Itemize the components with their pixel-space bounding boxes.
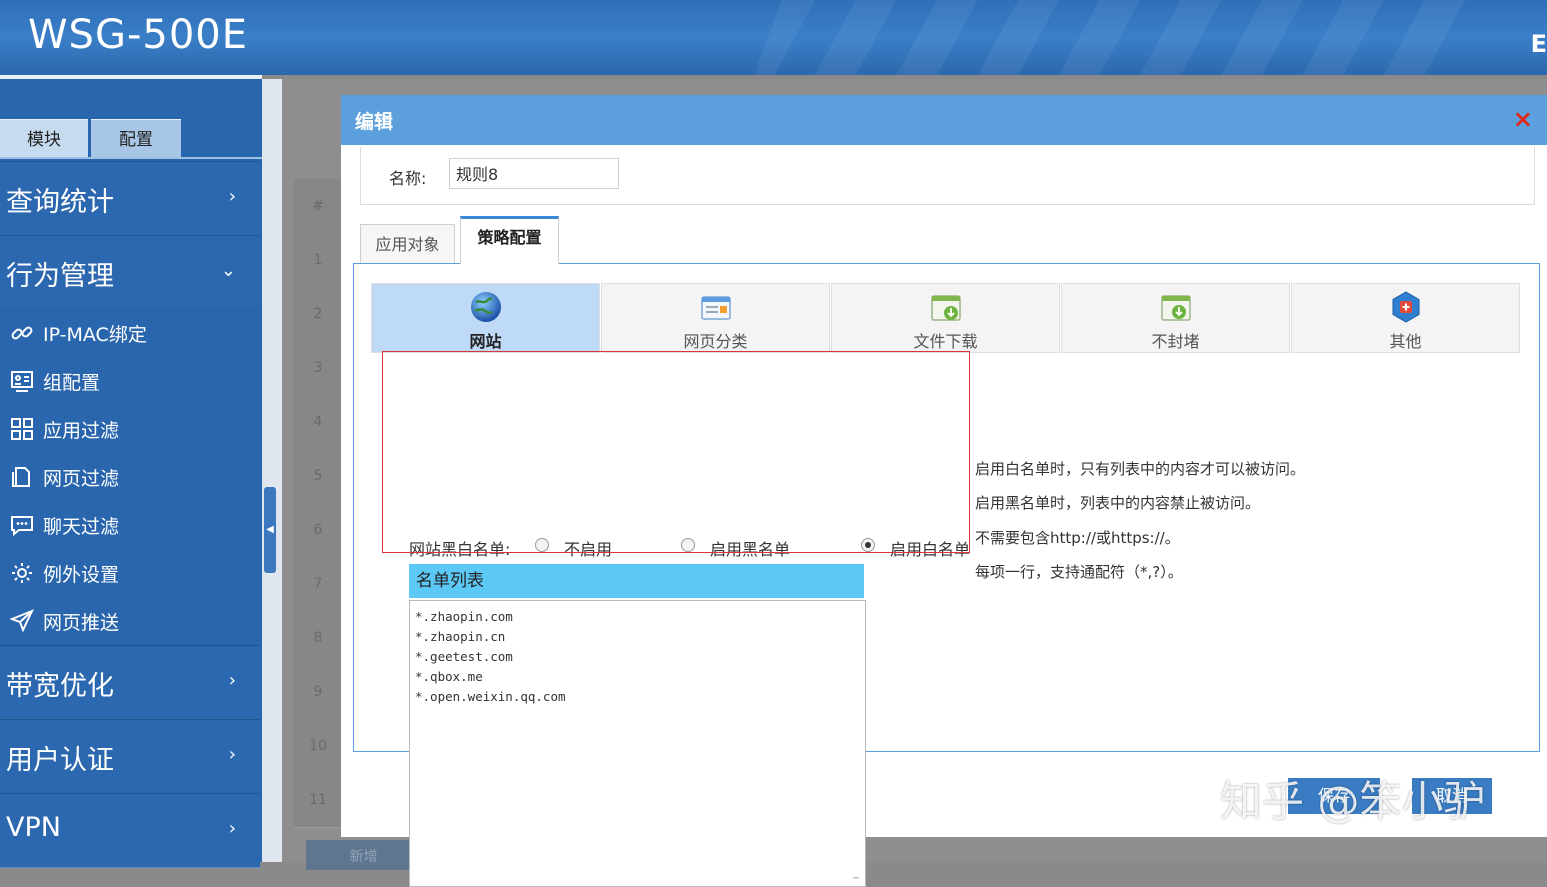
page-filter-icon — [12, 467, 30, 487]
tab-apply-object[interactable]: 应用对象 — [360, 224, 455, 264]
menu-label: 用户认证 — [6, 745, 114, 776]
dialog-title: 编辑 — [355, 111, 394, 133]
subtab-website[interactable]: 网站 — [371, 283, 600, 353]
menu-label: VPN — [6, 812, 61, 843]
subtab-file-download[interactable]: 文件下载 — [831, 283, 1060, 353]
chevron-down-icon: ⌄ — [220, 260, 236, 281]
menu-vpn[interactable]: VPN › — [0, 793, 260, 868]
tab-module[interactable]: 模块 — [0, 119, 88, 158]
menu-user-auth[interactable]: 用户认证 › — [0, 719, 260, 794]
header-right-text: E — [1530, 30, 1547, 58]
link-icon — [11, 326, 33, 340]
name-label: 名称: — [389, 169, 427, 188]
table-row: 3 — [294, 341, 342, 396]
sidebar-item-label: 组配置 — [43, 372, 101, 394]
subtab-label: 网页分类 — [683, 332, 748, 351]
sidebar-item-ip-mac[interactable]: IP-MAC绑定 — [0, 308, 260, 356]
sidebar-item-label: 应用过滤 — [43, 420, 120, 442]
grid-icon — [11, 418, 33, 440]
hint-blacklist: 启用黑名单时，列表中的内容禁止被访问。 — [975, 494, 1261, 512]
add-rule-button: 新增 — [306, 840, 421, 870]
chat-icon — [11, 516, 33, 537]
gear-icon — [12, 563, 32, 583]
table-row: 8 — [294, 611, 342, 666]
hint-whitelist: 启用白名单时，只有列表中的内容才可以被访问。 — [975, 460, 1306, 478]
name-section: 名称: 规则8 — [360, 147, 1535, 205]
sidebar-item-label: 聊天过滤 — [43, 516, 120, 538]
table-row: 7 — [294, 557, 342, 612]
sidebar-item-app-filter[interactable]: 应用过滤 — [0, 404, 260, 452]
subtab-label: 不封堵 — [1151, 332, 1200, 351]
sidebar-item-label: 例外设置 — [43, 564, 120, 586]
chevron-right-icon: › — [228, 670, 236, 691]
name-input[interactable]: 规则8 — [449, 158, 619, 189]
chevron-right-icon: › — [228, 818, 236, 839]
table-row: 5 — [294, 449, 342, 504]
table-row: 1 — [294, 233, 342, 288]
list-item: *.zhaopin.com — [415, 609, 513, 624]
table-row: 11 — [294, 773, 342, 828]
table-row: 10 — [294, 719, 342, 774]
menu-bandwidth[interactable]: 带宽优化 › — [0, 645, 260, 720]
chevron-right-icon: › — [228, 744, 236, 765]
send-icon — [10, 609, 34, 633]
group-config-icon — [11, 371, 33, 392]
list-item: *.qbox.me — [415, 669, 483, 684]
menu-label: 查询统计 — [6, 187, 114, 218]
list-header: 名单列表 — [409, 564, 864, 598]
sidebar-item-label: 网页推送 — [43, 612, 120, 634]
policy-subtabs: 网站 网页分类 文件下载 不封堵 其他 — [371, 283, 1521, 353]
list-item: *.geetest.com — [415, 649, 513, 664]
app-header: WSG-500E E — [0, 0, 1547, 75]
resize-grip-icon[interactable]: ⋯ — [853, 874, 863, 884]
sidebar-top-tabs: 模块 配置 — [0, 119, 262, 158]
sidebar-item-group-config[interactable]: 组配置 — [0, 356, 260, 404]
menu-label: 带宽优化 — [6, 671, 114, 702]
globe-icon — [471, 292, 501, 322]
tab-policy-config[interactable]: 策略配置 — [460, 216, 559, 264]
product-logo: WSG-500E — [28, 12, 248, 58]
list-item: *.open.weixin.qq.com — [415, 689, 566, 704]
file-download-icon — [931, 295, 961, 321]
sidebar-item-label: 网页过滤 — [43, 468, 120, 490]
no-block-icon — [1161, 295, 1191, 321]
watermark: 知乎 @笨小驴 — [1220, 777, 1486, 826]
collapse-sidebar-button[interactable]: ◀ — [264, 487, 276, 573]
sidebar-collapse-bar: ◀ — [262, 79, 282, 862]
web-category-icon — [701, 296, 731, 320]
table-row: 9 — [294, 665, 342, 720]
list-textarea[interactable]: *.zhaopin.com *.zhaopin.cn *.geetest.com… — [409, 600, 866, 887]
table-header-index: # — [294, 179, 342, 234]
other-icon — [1392, 291, 1420, 323]
chevron-right-icon: › — [228, 186, 236, 207]
sidebar-item-label: IP-MAC绑定 — [43, 324, 147, 346]
sidebar-item-exception[interactable]: 例外设置 — [0, 548, 260, 596]
subtab-no-block[interactable]: 不封堵 — [1061, 283, 1290, 353]
menu-query-stats[interactable]: 查询统计 › — [0, 161, 260, 236]
tab-config[interactable]: 配置 — [91, 119, 181, 158]
menu-label: 行为管理 — [6, 261, 114, 292]
table-row: 2 — [294, 287, 342, 342]
subtab-other[interactable]: 其他 — [1291, 283, 1520, 353]
subtab-label: 文件下载 — [913, 332, 978, 351]
hint-no-protocol: 不需要包含http://或https://。 — [975, 529, 1180, 547]
list-item: *.zhaopin.cn — [415, 629, 506, 644]
table-row: 4 — [294, 395, 342, 450]
highlight-annotation-frame — [382, 351, 970, 553]
dialog-header: 编辑 × — [341, 95, 1547, 145]
header-decoration — [737, 0, 1497, 75]
sidebar: 模块 配置 查询统计 › 行为管理 ⌄ IP-MAC绑定 组配置 应用过滤 网页… — [0, 79, 262, 868]
menu-behavior-management[interactable]: 行为管理 ⌄ — [0, 235, 260, 310]
sidebar-item-web-push[interactable]: 网页推送 — [0, 596, 260, 644]
sidebar-item-web-filter[interactable]: 网页过滤 — [0, 452, 260, 500]
top-tabs-divider — [0, 157, 262, 159]
hint-wildcard: 每项一行，支持通配符（*,?）。 — [975, 563, 1183, 581]
subtab-web-category[interactable]: 网页分类 — [601, 283, 830, 353]
sidebar-item-chat-filter[interactable]: 聊天过滤 — [0, 500, 260, 548]
subtab-label: 网站 — [469, 332, 502, 351]
table-row: 6 — [294, 503, 342, 558]
subtab-label: 其他 — [1389, 332, 1422, 351]
close-icon[interactable]: × — [1513, 105, 1533, 133]
